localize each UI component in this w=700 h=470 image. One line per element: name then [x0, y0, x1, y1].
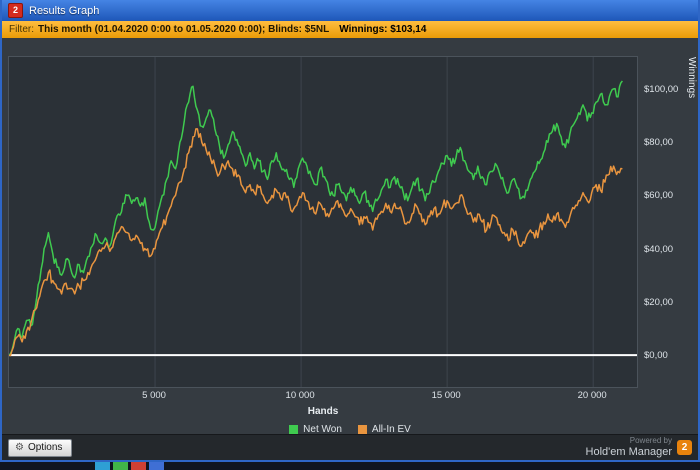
taskbar-item[interactable]: [149, 462, 164, 470]
series-line-net-won: [9, 80, 623, 356]
x-tick-label: 5 000: [142, 390, 166, 401]
y-tick-label: $40,00: [644, 243, 674, 255]
title-bar[interactable]: 2 Results Graph: [2, 0, 698, 21]
legend-item-all-in-ev: All-In EV: [357, 424, 411, 435]
options-icon: ⚙: [15, 441, 24, 453]
plot-region: [8, 56, 638, 388]
y-axis-title: Winnings: [686, 57, 697, 99]
y-tick-label: $20,00: [644, 296, 674, 308]
powered-by-text: Powered by: [629, 436, 672, 446]
legend-swatch: [289, 425, 299, 434]
taskbar-item[interactable]: [95, 462, 110, 470]
x-tick-label: 15 000: [431, 390, 461, 401]
powered-by-block: Powered by Hold'em Manager 2: [585, 436, 692, 458]
taskbar[interactable]: [0, 462, 700, 470]
y-tick-label: $0,00: [644, 350, 668, 362]
legend: Net Won All-In EV: [2, 424, 698, 435]
filter-label: Filter:: [9, 24, 34, 35]
results-graph-window: 2 Results Graph Filter: This month (01.0…: [0, 0, 700, 462]
app-icon: 2: [8, 3, 23, 18]
y-tick-label: $60,00: [644, 190, 674, 202]
taskbar-items: [95, 462, 164, 470]
x-axis: 5 000 10 000 15 000 20 000: [8, 390, 638, 402]
brand-name: Hold'em Manager: [585, 445, 672, 458]
filter-winnings: Winnings: $103,14: [339, 24, 427, 35]
holdem-manager-logo-icon: 2: [677, 439, 692, 455]
options-button[interactable]: ⚙ Options: [8, 438, 73, 457]
legend-swatch: [357, 425, 367, 434]
taskbar-item[interactable]: [131, 462, 146, 470]
chart-svg: [9, 57, 637, 387]
y-tick-label: $100,00: [644, 83, 679, 95]
filter-bar[interactable]: Filter: This month (01.04.2020 0:00 to 0…: [2, 21, 698, 38]
x-axis-title: Hands: [307, 406, 339, 417]
x-tick-label: 10 000: [285, 390, 315, 401]
filter-criteria: This month (01.04.2020 0:00 to 01.05.202…: [38, 24, 330, 35]
options-label: Options: [27, 442, 63, 453]
y-tick-label: $80,00: [644, 137, 674, 149]
window-title: Results Graph: [29, 4, 100, 17]
legend-label: Net Won: [303, 424, 342, 435]
x-tick-label: 20 000: [577, 390, 607, 401]
status-bar: ⚙ Options Powered by Hold'em Manager 2: [2, 434, 698, 460]
chart-area: $0,00 $20,00 $40,00 $60,00 $80,00 $100,00 5 0…: [2, 38, 698, 435]
taskbar-item[interactable]: [113, 462, 128, 470]
series-line-all-in-ev: [9, 128, 623, 357]
legend-item-net-won: Net Won: [289, 424, 342, 435]
legend-label: All-In EV: [371, 424, 411, 435]
